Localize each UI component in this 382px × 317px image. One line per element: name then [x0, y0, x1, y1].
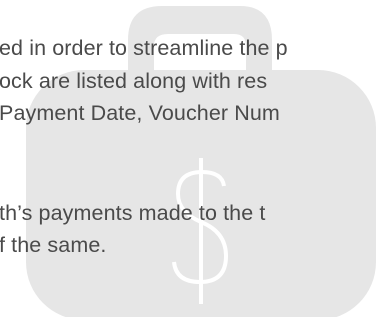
paragraph-1-line-3: Payment Date, Voucher Num	[0, 101, 280, 125]
paragraph-2-line-2: f the same.	[0, 233, 107, 257]
paragraph-1-line-2: ock are listed along with res	[0, 69, 268, 93]
paragraph-1-line-1: ed in order to streamline the p	[0, 36, 288, 60]
document-page: ed in order to streamline the p ock are …	[0, 0, 382, 317]
paragraph-2-line-1: th’s payments made to the t	[0, 201, 266, 225]
